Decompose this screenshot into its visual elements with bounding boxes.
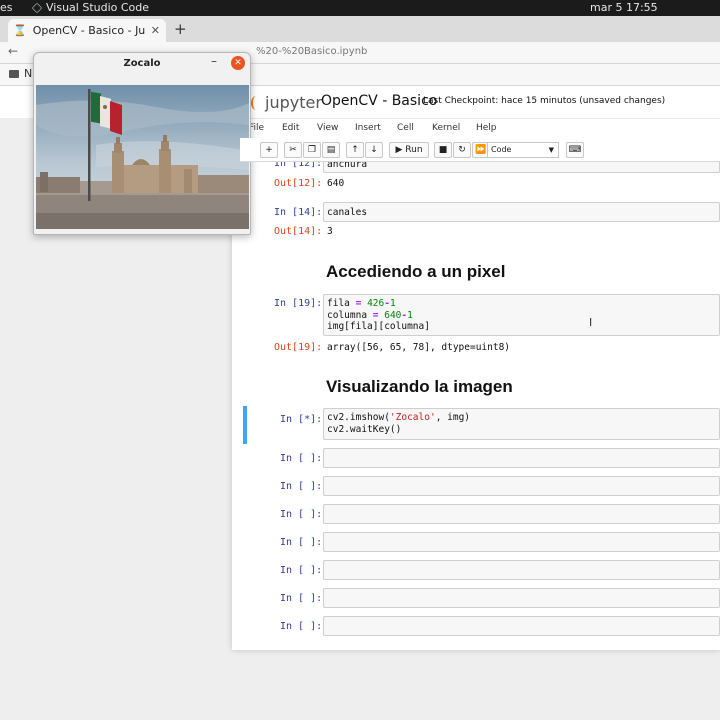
input-prompt: In [ ]: [280, 621, 323, 632]
empty-code-cell[interactable] [323, 448, 720, 468]
output-prompt: Out[12]: [274, 178, 323, 189]
activities-button[interactable]: es [0, 0, 13, 16]
menu-edit[interactable]: Edit [282, 123, 299, 133]
notebook-title[interactable]: OpenCV - Basico [321, 93, 437, 109]
cell-type-value: Code [491, 145, 512, 154]
play-icon: ▶ [395, 145, 403, 155]
menu-view[interactable]: View [317, 123, 338, 133]
code-cell-14[interactable]: canales [323, 202, 720, 222]
bookmark-folder-label[interactable]: N [24, 67, 32, 80]
cell-output: 640 [327, 178, 345, 189]
jupyter-logo-icon [251, 95, 261, 110]
restart-icon[interactable]: ↻ [453, 142, 471, 158]
code-cell-19[interactable]: fila = 426-1 columna = 640-1 img[fila][c… [323, 294, 720, 336]
code-block[interactable]: cv2.imshow('Zocalo', img) cv2.waitKey() [324, 409, 719, 437]
markdown-heading[interactable]: Visualizando la imagen [326, 377, 513, 397]
minimize-icon[interactable]: – [211, 54, 217, 68]
menu-file[interactable]: File [249, 123, 264, 133]
selected-cell-indicator [243, 406, 247, 444]
clock[interactable]: mar 5 17:55 [590, 0, 658, 16]
empty-code-cell[interactable] [323, 532, 720, 552]
add-cell-icon[interactable]: + [260, 142, 278, 158]
input-prompt: In [ ]: [280, 593, 323, 604]
run-button[interactable]: ▶ Run [389, 142, 429, 158]
cut-icon[interactable]: ✂ [284, 142, 302, 158]
jupyter-logo-text: jupyter [265, 93, 322, 112]
empty-code-cell[interactable] [323, 504, 720, 524]
toolbar-overlay: + ✂ ❐ ▤ ↑ ↓ ▶ Run ■ ↻ ⏩ ⌨ Code ▼ [240, 138, 720, 162]
markdown-heading[interactable]: Accediendo a un pixel [326, 262, 506, 282]
run-label: Run [405, 145, 423, 155]
code-block[interactable]: fila = 426-1 columna = 640-1 img[fila][c… [324, 295, 719, 335]
code-cell-running[interactable]: cv2.imshow('Zocalo', img) cv2.waitKey() [323, 408, 720, 440]
empty-code-cell[interactable] [323, 588, 720, 608]
stop-icon[interactable]: ■ [434, 142, 452, 158]
cell-output: array([56, 65, 78], dtype=uint8) [327, 342, 511, 353]
text-cursor-icon: I [589, 316, 593, 329]
input-prompt: In [ ]: [280, 481, 323, 492]
opencv-window[interactable]: Zocalo – ✕ [33, 52, 251, 235]
app-name: Visual Studio Code [46, 1, 150, 14]
system-top-bar: es Visual Studio Code mar 5 17:55 [0, 0, 720, 16]
window-title: Zocalo [123, 58, 161, 69]
empty-code-cell[interactable] [323, 476, 720, 496]
vscode-icon [31, 2, 43, 14]
jupyter-menubar: File Edit View Insert Cell Kernel Help [240, 118, 720, 138]
copy-icon[interactable]: ❐ [303, 142, 321, 158]
zocalo-image [36, 85, 249, 229]
paste-icon[interactable]: ▤ [322, 142, 340, 158]
move-down-icon[interactable]: ↓ [365, 142, 383, 158]
close-icon[interactable]: ✕ [231, 56, 245, 70]
move-up-icon[interactable]: ↑ [346, 142, 364, 158]
new-tab-button[interactable]: + [174, 16, 187, 42]
cell-output: 3 [327, 226, 333, 237]
menu-cell[interactable]: Cell [397, 123, 414, 133]
browser-tab-strip: ⌛ OpenCV - Basico - Jupyte ✕ [0, 16, 720, 42]
menu-insert[interactable]: Insert [355, 123, 381, 133]
menu-help[interactable]: Help [476, 123, 497, 133]
tab-title: OpenCV - Basico - Jupyte [32, 24, 145, 37]
empty-code-cell[interactable] [323, 616, 720, 636]
menu-kernel[interactable]: Kernel [432, 123, 460, 133]
input-prompt: In [ ]: [280, 565, 323, 576]
cell-type-select[interactable]: Code ▼ [487, 142, 559, 158]
browser-tab[interactable]: ⌛ OpenCV - Basico - Jupyte ✕ [8, 19, 166, 42]
output-prompt: Out[19]: [274, 342, 323, 353]
folder-icon[interactable] [9, 70, 19, 78]
chevron-down-icon: ▼ [548, 146, 554, 154]
empty-code-cell[interactable] [323, 560, 720, 580]
input-prompt: In [ ]: [280, 537, 323, 548]
app-menu[interactable]: Visual Studio Code [31, 0, 150, 16]
tab-close-icon[interactable]: ✕ [151, 19, 160, 42]
keyboard-icon[interactable]: ⌨ [566, 142, 584, 158]
input-prompt: In [*]: [280, 414, 323, 425]
hourglass-icon: ⌛ [13, 24, 27, 37]
input-prompt: In [19]: [274, 298, 323, 309]
input-prompt: In [ ]: [280, 509, 323, 520]
arrow-left-icon[interactable]: ← [8, 44, 18, 58]
input-prompt: In [14]: [274, 207, 323, 218]
input-prompt: In [ ]: [280, 453, 323, 464]
checkpoint-status: Last Checkpoint: hace 15 minutos (unsave… [423, 96, 666, 106]
output-prompt: Out[14]: [274, 226, 323, 237]
code-line[interactable]: canales [324, 203, 719, 221]
jupyter-logo[interactable]: jupyter [251, 93, 322, 112]
url-text[interactable]: %20-%20Basico.ipynb [256, 46, 367, 57]
